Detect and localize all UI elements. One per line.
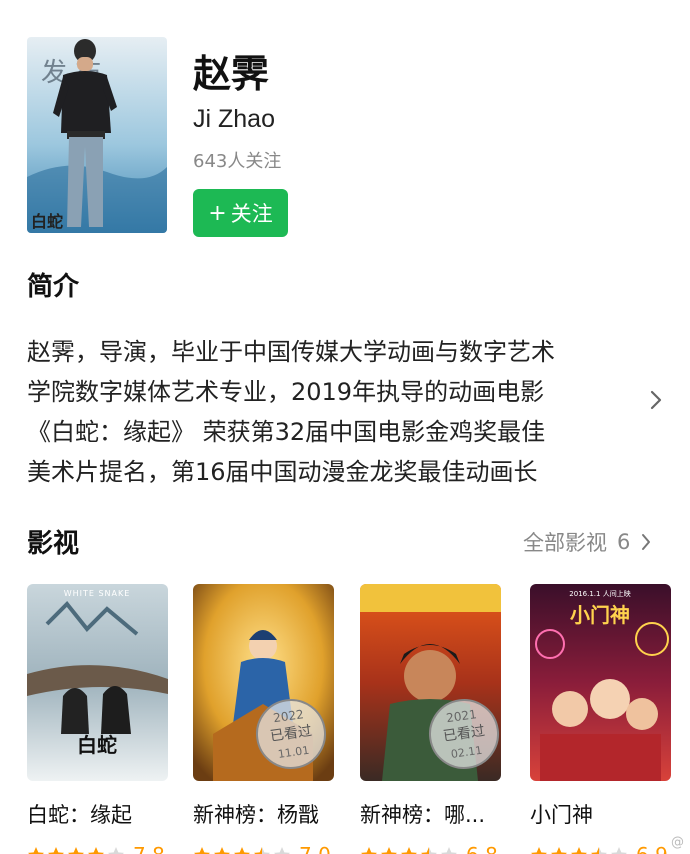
movie-rating: 7.0 — [193, 843, 334, 854]
star-rating — [193, 846, 291, 854]
star-icon — [88, 847, 104, 854]
intro-line: 美术片提名，第16届中国动漫金龙奖最佳动画长 — [27, 458, 538, 486]
person-name: 赵霁 — [193, 52, 270, 96]
follow-button[interactable]: + 关注 — [193, 189, 288, 237]
movie-title: 新神榜：杨戬 — [193, 803, 319, 827]
star-icon — [28, 847, 44, 854]
star-rating — [360, 846, 458, 854]
profile-header: 发 布 白蛇 赵霁 Ji Zhao 643人关注 + 关注 — [27, 37, 667, 237]
all-movies-label: 全部影视 — [523, 531, 607, 555]
star-icon — [531, 847, 547, 854]
all-movies-count: 6 — [617, 530, 631, 554]
movie-title: 新神榜：哪... — [360, 803, 486, 827]
plus-icon: + — [208, 200, 227, 226]
star-icon — [48, 847, 64, 854]
star-icon — [441, 847, 457, 854]
svg-text:白蛇: 白蛇 — [31, 212, 63, 231]
movie-score: 6.9 — [636, 843, 668, 854]
movie-poster: 2022 已看过 11.01 — [193, 584, 334, 781]
chevron-right-icon — [642, 534, 651, 550]
star-icon — [421, 847, 437, 854]
chevron-right-icon[interactable] — [646, 387, 666, 413]
star-icon — [234, 847, 250, 854]
follow-button-label: 关注 — [230, 202, 273, 226]
star-icon — [591, 847, 607, 854]
star-icon — [274, 847, 290, 854]
avatar[interactable]: 发 布 白蛇 — [27, 37, 167, 233]
movie-title: 小门神 — [530, 803, 593, 827]
movie-card[interactable]: 2021 已看过 02.11 新神榜：哪... 6.8 — [360, 584, 501, 854]
star-icon — [571, 847, 587, 854]
poster-logo: 白蛇 — [77, 733, 117, 757]
poster-text: 2016.1.1 人间上映 — [569, 589, 630, 598]
star-icon — [108, 847, 124, 854]
poster-text: WHITE SNAKE — [64, 589, 131, 598]
movie-score: 7.0 — [299, 843, 331, 854]
movie-poster: 2016.1.1 人间上映 小门神 — [530, 584, 671, 781]
star-icon — [551, 847, 567, 854]
movie-card[interactable]: 2016.1.1 人间上映 小门神 小门神 6.9 — [530, 584, 671, 854]
movie-card[interactable]: 2022 已看过 11.01 新神榜：杨戬 7.0 — [193, 584, 334, 854]
movie-rating: 6.8 — [360, 843, 501, 854]
star-icon — [194, 847, 210, 854]
movie-title: 白蛇：缘起 — [27, 803, 132, 827]
intro-heading: 简介 — [27, 272, 80, 302]
movies-heading: 影视 — [27, 529, 80, 559]
intro-line: 赵霁，导演，毕业于中国传媒大学动画与数字艺术 — [27, 338, 555, 366]
intro-line: 学院数字媒体艺术专业，2019年执导的动画电影 — [27, 378, 545, 406]
star-icon — [381, 847, 397, 854]
star-icon — [214, 847, 230, 854]
movie-rating: 6.9 — [530, 843, 671, 854]
star-icon — [401, 847, 417, 854]
intro-line: 《白蛇：缘起》 荣获第32届中国电影金鸡奖最佳 — [27, 418, 546, 446]
movie-rating: 7.8 — [27, 843, 168, 854]
person-english-name: Ji Zhao — [193, 105, 275, 133]
movie-card[interactable]: WHITE SNAKE 白蛇 白蛇：缘起 7.8 — [27, 584, 168, 854]
movie-score: 7.8 — [133, 843, 165, 854]
star-icon — [68, 847, 84, 854]
avatar-photo: 发 布 白蛇 — [27, 37, 167, 233]
star-icon — [254, 847, 270, 854]
movie-score: 6.8 — [466, 843, 498, 854]
follower-count: 643人关注 — [193, 151, 282, 172]
all-movies-link[interactable]: 全部影视 6 — [523, 527, 652, 557]
poster-logo: 小门神 — [570, 603, 630, 627]
movie-poster: 2021 已看过 02.11 — [360, 584, 501, 781]
watermark: @ — [671, 835, 684, 850]
intro-text[interactable]: 赵霁，导演，毕业于中国传媒大学动画与数字艺术 学院数字媒体艺术专业，2019年执… — [27, 332, 627, 492]
star-icon — [611, 847, 627, 854]
movie-list: WHITE SNAKE 白蛇 白蛇：缘起 7.8 — [27, 584, 687, 854]
star-icon — [361, 847, 377, 854]
star-rating — [27, 846, 125, 854]
star-rating — [530, 846, 628, 854]
movie-poster: WHITE SNAKE 白蛇 — [27, 584, 168, 781]
